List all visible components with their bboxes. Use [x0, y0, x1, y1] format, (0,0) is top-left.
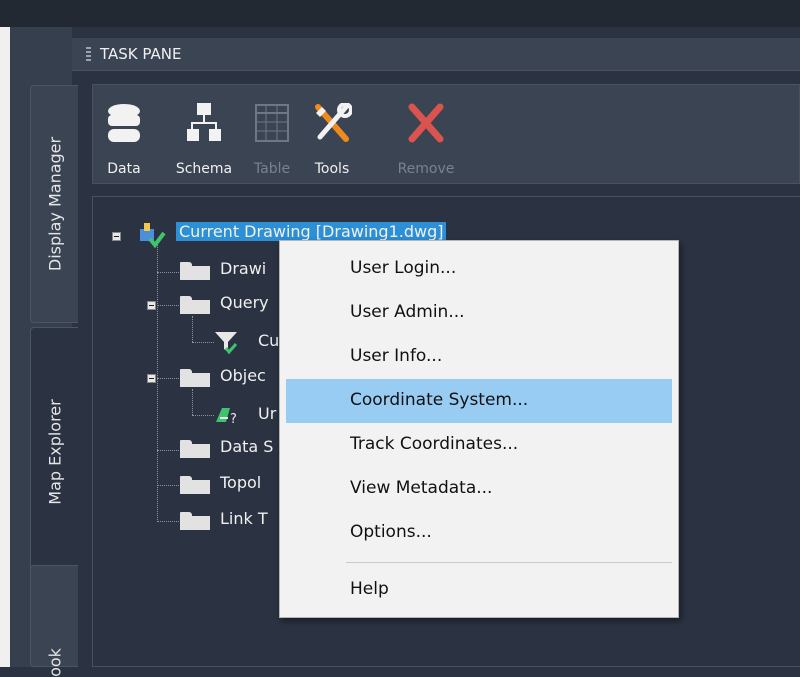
database-icon: [108, 104, 140, 142]
explorer-toolbar: Data Schema Table Tools Remove: [92, 84, 800, 184]
tree-guide-line: [192, 415, 214, 416]
schema-icon: [187, 103, 221, 141]
folder-icon: [180, 512, 210, 530]
remove-button-label: Remove: [397, 161, 455, 177]
schema-button-label: Schema: [175, 161, 233, 177]
title-bar: [0, 0, 800, 27]
tree-guide-line: [157, 242, 158, 522]
collapse-root-icon[interactable]: [112, 232, 121, 241]
menu-item-label: Track Coordinates...: [350, 434, 519, 454]
table-button[interactable]: Table: [249, 85, 295, 183]
menu-item-user-admin[interactable]: User Admin...: [286, 291, 672, 335]
tree-root-current-drawing[interactable]: Current Drawing [Drawing1.dwg]: [176, 222, 447, 241]
table-icon: [255, 104, 289, 142]
tree-item-unclassified[interactable]: Ur: [258, 404, 276, 423]
tab-map-explorer-label: Map Explorer: [45, 399, 64, 505]
tab-map-book-label: ook: [45, 648, 64, 677]
folder-icon: [180, 262, 210, 280]
menu-item-help[interactable]: Help: [286, 568, 672, 612]
tree-item-topologies[interactable]: Topol: [220, 473, 261, 492]
tree-guide-line: [157, 450, 179, 451]
menu-item-label: User Info...: [350, 346, 443, 366]
remove-icon: [408, 103, 444, 143]
tree-guide-line: [157, 272, 179, 273]
tab-map-explorer[interactable]: Map Explorer: [30, 327, 78, 577]
tree-item-drawings[interactable]: Drawi: [220, 259, 266, 278]
tree-item-object-classes[interactable]: Objec: [220, 366, 266, 385]
tools-button[interactable]: Tools: [303, 85, 361, 183]
collapse-object-icon[interactable]: [147, 374, 156, 383]
menu-item-options[interactable]: Options...: [286, 511, 672, 555]
tree-guide-line: [157, 378, 179, 379]
data-button[interactable]: Data: [101, 85, 147, 183]
folder-icon: [180, 296, 210, 314]
folder-icon: [180, 440, 210, 458]
tree-guide-line: [157, 305, 179, 306]
tree-item-data-sources[interactable]: Data S: [220, 437, 273, 456]
menu-item-label: User Login...: [350, 258, 457, 278]
menu-item-label: Coordinate System...: [350, 390, 529, 410]
tree-item-current-query[interactable]: Cu: [258, 331, 279, 350]
task-pane-header[interactable]: TASK PANE: [72, 38, 800, 71]
tree-guide-line: [192, 316, 193, 342]
menu-item-coordinate-system[interactable]: Coordinate System...: [286, 379, 672, 423]
tree-root-label: Current Drawing [Drawing1.dwg]: [176, 222, 447, 241]
context-menu: User Login... User Admin... User Info...…: [279, 240, 679, 618]
menu-item-label: Help: [350, 579, 389, 599]
menu-item-user-login[interactable]: User Login...: [286, 247, 672, 291]
filter-icon: [215, 332, 238, 354]
menu-item-label: User Admin...: [350, 302, 465, 322]
tab-display-manager[interactable]: Display Manager: [30, 85, 78, 323]
menu-item-label: View Metadata...: [350, 478, 493, 498]
drag-grip-icon[interactable]: [86, 47, 91, 61]
table-button-label: Table: [253, 161, 291, 177]
collapse-query-icon[interactable]: [147, 301, 156, 310]
current-drawing-icon: [140, 223, 166, 249]
menu-item-label: Options...: [350, 522, 432, 542]
folder-icon: [180, 476, 210, 494]
tree-item-query[interactable]: Query: [220, 293, 269, 312]
pane-title: TASK PANE: [100, 45, 182, 63]
remove-button[interactable]: Remove: [389, 85, 463, 183]
side-tab-strip: Display Manager Map Explorer ook: [10, 27, 78, 677]
tree-guide-line: [157, 521, 179, 522]
schema-button[interactable]: Schema: [167, 85, 241, 183]
tab-display-manager-label: Display Manager: [45, 136, 64, 272]
menu-separator: [346, 562, 672, 563]
svg-text:?: ?: [230, 412, 237, 426]
menu-item-user-info[interactable]: User Info...: [286, 335, 672, 379]
tree-guide-line: [192, 389, 193, 415]
data-button-label: Data: [107, 161, 141, 177]
tools-icon: [315, 103, 352, 142]
menu-item-track-coordinates[interactable]: Track Coordinates...: [286, 423, 672, 467]
tree-guide-line: [192, 342, 214, 343]
window-edge: [0, 27, 10, 667]
tree-item-link-templates[interactable]: Link T: [220, 509, 268, 528]
folder-icon: [180, 369, 210, 387]
user-object-icon: ?: [216, 408, 237, 426]
tab-map-book[interactable]: ook: [30, 565, 78, 677]
menu-item-view-metadata[interactable]: View Metadata...: [286, 467, 672, 511]
tree-guide-line: [157, 485, 179, 486]
tools-button-label: Tools: [314, 161, 350, 177]
